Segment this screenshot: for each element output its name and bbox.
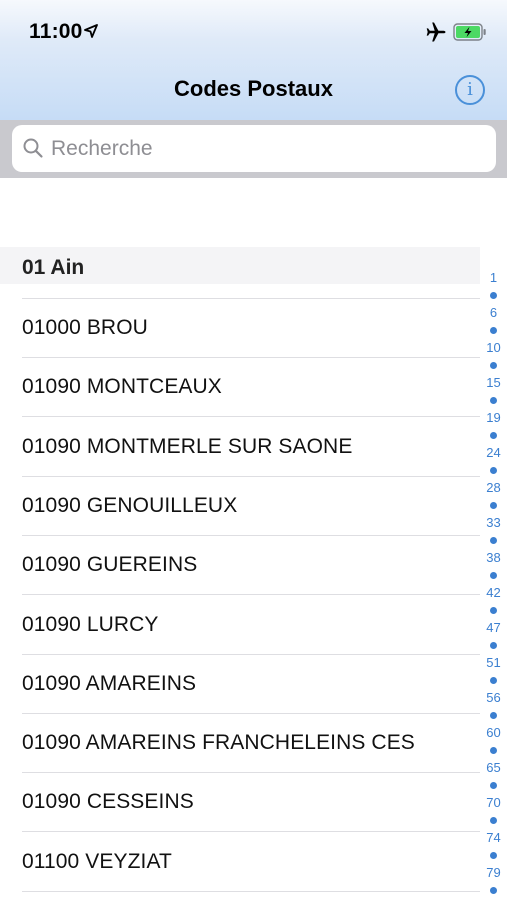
navigation-header: 11:00 Codes Postaux i bbox=[0, 0, 507, 120]
list-item[interactable]: 01090 AMAREINS FRANCHELEINS CES bbox=[0, 714, 480, 774]
index-dot[interactable] bbox=[490, 327, 497, 334]
section-index[interactable]: 1 6 10 15 19 24 28 33 38 42 47 51 56 60 65 70 74 79 bbox=[480, 270, 507, 900]
section-title: 01 Ain bbox=[22, 256, 85, 279]
index-dot[interactable] bbox=[490, 747, 497, 754]
index-label[interactable]: 28 bbox=[480, 480, 507, 495]
index-dot[interactable] bbox=[490, 572, 497, 579]
index-label[interactable]: 79 bbox=[480, 865, 507, 880]
list-item[interactable]: 01090 MONTMERLE SUR SAONE bbox=[0, 418, 480, 477]
index-dot[interactable] bbox=[490, 782, 497, 789]
info-button[interactable]: i bbox=[455, 75, 485, 105]
status-time: 11:00 bbox=[29, 20, 83, 43]
location-arrow-icon bbox=[84, 24, 98, 38]
index-dot[interactable] bbox=[490, 607, 497, 614]
index-label[interactable]: 74 bbox=[480, 830, 507, 845]
index-label[interactable]: 38 bbox=[480, 550, 507, 565]
index-label[interactable]: 19 bbox=[480, 410, 507, 425]
index-label[interactable]: 24 bbox=[480, 445, 507, 460]
index-label[interactable]: 51 bbox=[480, 655, 507, 670]
battery-charging-icon bbox=[453, 23, 486, 41]
status-bar: 11:00 bbox=[0, 0, 507, 64]
index-label[interactable]: 56 bbox=[480, 690, 507, 705]
index-dot[interactable] bbox=[490, 852, 497, 859]
index-dot[interactable] bbox=[490, 887, 497, 894]
list-item[interactable]: 01100 VEYZIAT bbox=[0, 833, 480, 892]
index-dot[interactable] bbox=[490, 467, 497, 474]
list-item-label: 01100 VEYZIAT bbox=[22, 849, 172, 873]
row-separator bbox=[22, 890, 480, 892]
index-dot[interactable] bbox=[490, 502, 497, 509]
index-label[interactable]: 70 bbox=[480, 795, 507, 810]
list-item[interactable]: 01000 BROU bbox=[0, 299, 480, 358]
list-item-label: 01090 MONTMERLE SUR SAONE bbox=[22, 434, 353, 458]
list-item[interactable]: 01090 GENOUILLEUX bbox=[0, 477, 480, 536]
index-dot[interactable] bbox=[490, 292, 497, 299]
index-dot[interactable] bbox=[490, 642, 497, 649]
index-label[interactable]: 6 bbox=[480, 305, 507, 320]
index-label[interactable]: 1 bbox=[480, 270, 507, 285]
list-item-label: 01090 CESSEINS bbox=[22, 790, 194, 814]
index-label[interactable]: 10 bbox=[480, 340, 507, 355]
index-dot[interactable] bbox=[490, 362, 497, 369]
list-item-label: 01090 LURCY bbox=[22, 612, 159, 636]
list-item[interactable]: 01090 MONTCEAUX bbox=[0, 358, 480, 418]
index-label[interactable]: 15 bbox=[480, 375, 507, 390]
index-dot[interactable] bbox=[490, 712, 497, 719]
search-input[interactable] bbox=[51, 136, 481, 162]
index-dot[interactable] bbox=[490, 432, 497, 439]
index-label[interactable]: 60 bbox=[480, 725, 507, 740]
index-label[interactable]: 33 bbox=[480, 515, 507, 530]
index-dot[interactable] bbox=[490, 537, 497, 544]
list-item-label: 01090 GUEREINS bbox=[22, 553, 198, 577]
list-item-label: 01000 BROU bbox=[22, 316, 148, 339]
index-dot[interactable] bbox=[490, 397, 497, 404]
list-item-label: 01090 GENOUILLEUX bbox=[22, 493, 238, 517]
list-item-label: 01090 MONTCEAUX bbox=[22, 375, 222, 399]
index-label[interactable]: 47 bbox=[480, 620, 507, 635]
list-item-label: 01090 AMAREINS bbox=[22, 671, 197, 695]
search-icon bbox=[23, 138, 43, 158]
list-item[interactable]: 01090 GUEREINS bbox=[0, 536, 480, 596]
info-circle-icon: i bbox=[467, 79, 473, 100]
list-item[interactable]: 01090 CESSEINS bbox=[0, 773, 480, 833]
list-item[interactable]: 01090 AMAREINS bbox=[0, 655, 480, 714]
index-dot[interactable] bbox=[490, 677, 497, 684]
index-dot[interactable] bbox=[490, 817, 497, 824]
page-title: Codes Postaux bbox=[174, 76, 333, 101]
index-label[interactable]: 65 bbox=[480, 760, 507, 775]
list-item[interactable]: 01090 LURCY bbox=[0, 596, 480, 655]
list-item-label: 01090 AMAREINS FRANCHELEINS CES bbox=[22, 731, 415, 755]
airplane-icon bbox=[426, 22, 446, 42]
index-label[interactable]: 42 bbox=[480, 585, 507, 600]
